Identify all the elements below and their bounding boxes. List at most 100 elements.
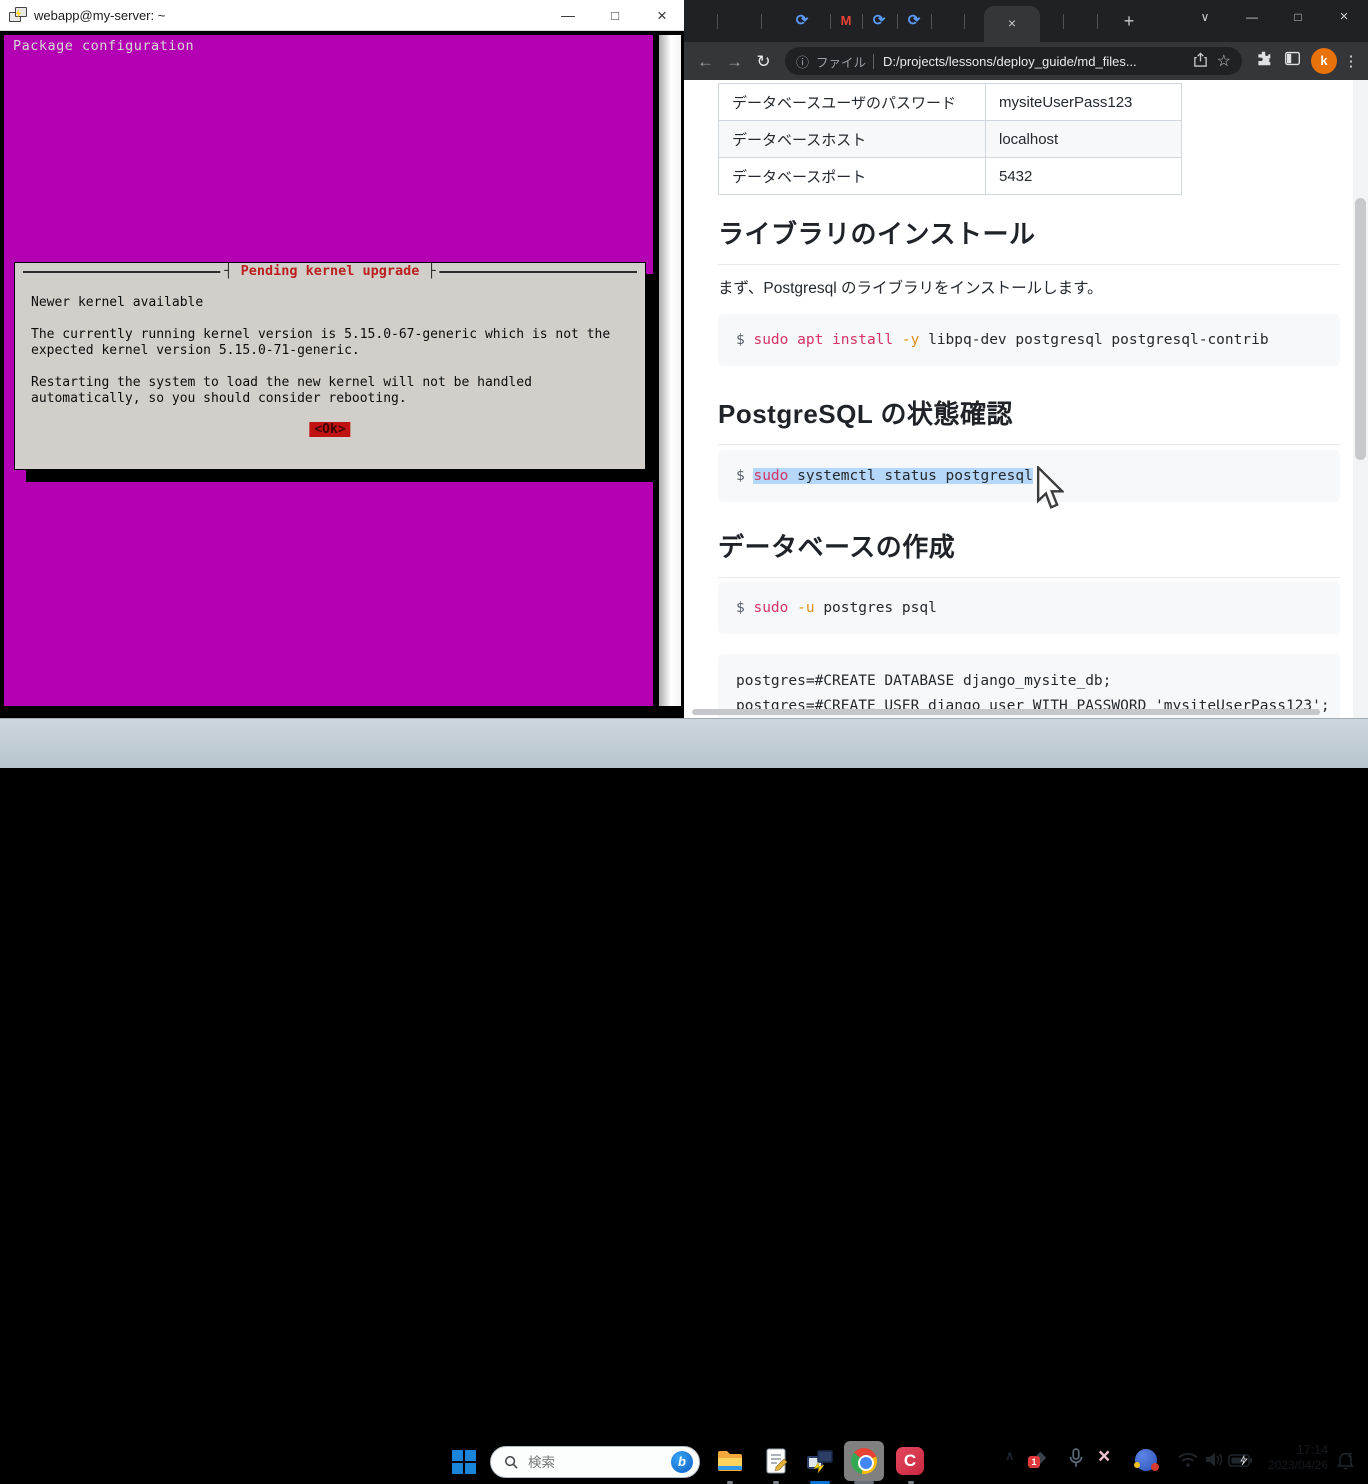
browser-toolbar: ← → ↻ ⓘ ファイル D:/projects/lessons/deploy_… [684,42,1368,80]
tab-separator [964,14,965,29]
start-button[interactable] [452,1450,477,1475]
extensions-puzzle-icon[interactable] [1249,47,1278,76]
bing-icon[interactable]: b [671,1451,693,1473]
terminal-window: webapp@my-server: ~ — □ × Package config… [0,0,684,718]
address-bar[interactable]: ⓘ ファイル D:/projects/lessons/deploy_guide/… [785,47,1242,75]
terminal-maximize-button[interactable]: □ [600,3,630,28]
volume-icon[interactable] [1204,1451,1223,1473]
tab-separator [761,14,762,29]
wifi-icon[interactable] [1178,1452,1198,1473]
code-token: sudo [753,600,788,616]
table-cell-value: mysiteUserPass123 [986,84,1182,121]
reload-icon[interactable]: ↻ [749,47,778,76]
pinned-tab-sync-icon[interactable]: ⟳ [792,11,812,31]
terminal-minimize-button[interactable]: — [553,3,583,28]
code-block-psql[interactable]: $ sudo -u postgres psql [718,582,1340,634]
forward-icon[interactable]: → [720,47,749,76]
putty-taskbar-button[interactable] [806,1447,834,1475]
table-row: データベースポート5432 [719,158,1182,195]
camtasia-taskbar-button[interactable]: C [896,1447,924,1475]
browser-minimize-button[interactable]: — [1235,4,1269,30]
mouse-cursor [1036,466,1064,512]
code-token: $ [736,600,753,616]
code-block-apt-install[interactable]: $ sudo apt install -y libpq-dev postgres… [718,314,1340,366]
tray-overflow-chevron-icon[interactable]: ∧ [1005,1448,1015,1464]
battery-icon[interactable] [1228,1454,1252,1472]
horizontal-scrollbar-thumb[interactable] [692,709,1320,715]
windows-logo-icon [452,1450,463,1461]
tab-separator [931,14,932,29]
page-content: データベースユーザのパスワードmysiteUserPass123データベースホス… [684,80,1368,718]
kebab-menu-icon[interactable]: ⋮ [1341,47,1361,76]
tab-search-chevron-icon[interactable]: ∨ [1188,4,1222,30]
paragraph-library-install: まず、Postgresql のライブラリをインストールします。 [718,276,1103,298]
tray-time: 17:14 [1258,1443,1328,1458]
terminal-titlebar[interactable]: webapp@my-server: ~ — □ × [0,0,684,31]
browser-window: ⟳ M ⟳ ⟳ × + ∨ — □ × ← → ↻ ⓘ ファイル D:/proj… [684,0,1368,718]
code-token: sudo [753,468,788,484]
url-text[interactable]: D:/projects/lessons/deploy_guide/md_file… [883,54,1184,69]
table-row: データベースホストlocalhost [719,121,1182,158]
code-token: libpq-dev postgresql postgresql-contrib [919,332,1268,348]
bookmark-star-icon[interactable]: ☆ [1217,51,1231,71]
page-vertical-scrollbar[interactable] [1353,80,1368,718]
table-cell-value: localhost [986,121,1182,158]
tray-clock[interactable]: 17:14 2023/04/26 [1258,1443,1328,1473]
terminal-screen-header: Package configuration [13,38,194,54]
tab-separator [1063,14,1064,29]
section-heading-create-database: データベースの作成 [718,527,1340,578]
vertical-scrollbar-thumb[interactable] [1355,198,1366,460]
table-row: データベースユーザのパスワードmysiteUserPass123 [719,84,1182,121]
side-panel-icon[interactable] [1278,47,1307,76]
search-input[interactable] [528,1455,671,1470]
chrome-taskbar-button[interactable] [844,1441,884,1481]
share-icon[interactable] [1193,52,1208,70]
windows-logo-icon [465,1450,476,1461]
code-block-systemctl-status[interactable]: $ sudo systemctl status postgresql [718,450,1340,502]
tab-separator [862,14,863,29]
putty-monitor-front-icon [15,7,27,17]
putty-icon [9,6,28,25]
notification-bell-icon[interactable]: z [1336,1450,1355,1475]
pinned-tab-gmail-icon[interactable]: M [836,11,856,31]
tray-app-icon[interactable]: ◆ 1 [1034,1447,1054,1467]
code-token [893,332,902,348]
dialog-ok-button[interactable]: <Ok> [309,422,350,437]
code-token: sudo apt install [753,332,893,348]
db-settings-table: データベースユーザのパスワードmysiteUserPass123データベースホス… [718,83,1182,195]
taskbar: b C ∧ ◆ 1 × 17:14 2023/04/26 [0,718,1368,768]
active-tab[interactable]: × [984,6,1040,42]
tray-x-icon[interactable]: × [1098,1445,1110,1469]
back-icon[interactable]: ← [691,47,720,76]
dialog-body-text: Newer kernel available The currently run… [31,295,610,407]
pinned-tab-sync-icon[interactable]: ⟳ [904,11,924,31]
table-cell-key: データベースホスト [719,121,986,158]
tab-separator [897,14,898,29]
code-token: postgres psql [815,600,937,616]
chrome-logo-icon [851,1448,877,1474]
file-explorer-button[interactable] [716,1447,744,1475]
notepad-button[interactable] [762,1447,790,1475]
search-icon [504,1455,519,1470]
windows-logo-icon [465,1463,476,1474]
tray-date: 2023/04/26 [1258,1458,1328,1473]
profile-avatar[interactable]: k [1311,48,1337,74]
taskbar-search-box[interactable]: b [490,1446,700,1478]
terminal-scrollbar[interactable] [659,35,681,706]
terminal-window-title: webapp@my-server: ~ [34,8,165,23]
section-heading-postgres-status: PostgreSQL の状態確認 [718,394,1340,445]
site-info-icon[interactable]: ⓘ [796,52,809,71]
pinned-tab-sync-icon[interactable]: ⟳ [869,11,889,31]
tray-badge: 1 [1028,1456,1040,1468]
table-cell-key: データベースポート [719,158,986,195]
tray-weather-app-icon[interactable] [1135,1449,1157,1471]
browser-close-button[interactable]: × [1327,4,1361,30]
tab-separator [1097,14,1098,29]
table-cell-key: データベースユーザのパスワード [719,84,986,121]
new-tab-button[interactable]: + [1116,9,1142,35]
url-scheme-label: ファイル [816,52,866,71]
terminal-close-button[interactable]: × [647,3,677,28]
browser-maximize-button[interactable]: □ [1281,4,1315,30]
microphone-tray-icon[interactable] [1068,1448,1084,1474]
tab-close-icon[interactable]: × [1008,15,1016,31]
